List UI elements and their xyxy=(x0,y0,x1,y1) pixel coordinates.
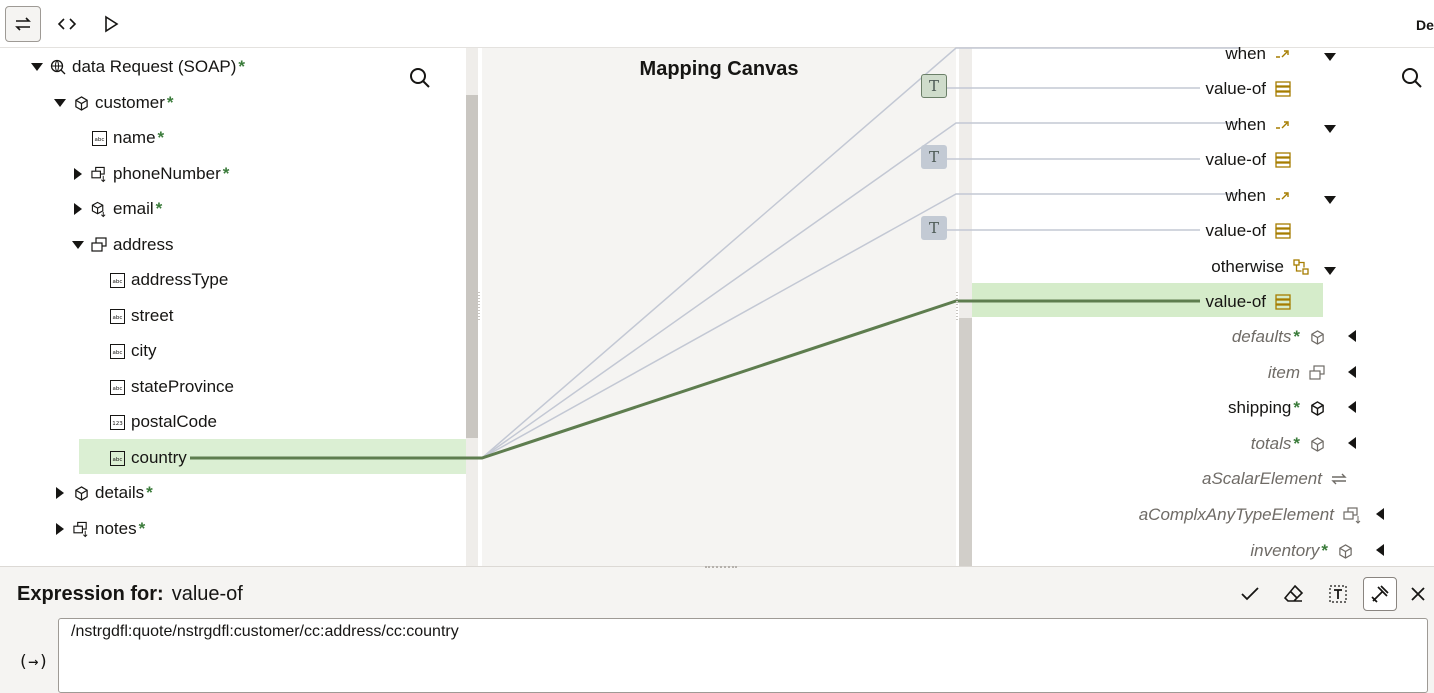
target-node-when[interactable]: when xyxy=(1225,108,1292,142)
expression-header: Expression for: value-of xyxy=(17,583,243,606)
target-node-defaults[interactable]: defaults * xyxy=(1232,320,1356,354)
target-node-item[interactable]: item xyxy=(1268,356,1356,390)
target-node-label: otherwise xyxy=(1211,257,1284,276)
cube-icon xyxy=(1308,435,1326,453)
target-node-value-of[interactable]: value-of xyxy=(1206,214,1292,248)
required-marker: * xyxy=(1293,327,1300,346)
expression-function-icon[interactable]: (→) xyxy=(18,652,49,672)
value-of-icon xyxy=(1274,151,1292,169)
required-marker: * xyxy=(1293,398,1300,417)
value-of-icon xyxy=(1274,222,1292,240)
when-icon xyxy=(1274,187,1292,205)
when-icon xyxy=(1274,45,1292,63)
target-node-totals[interactable]: totals * xyxy=(1251,427,1356,461)
target-node-inventory[interactable]: inventory * xyxy=(1250,534,1384,568)
close-icon[interactable] xyxy=(1401,577,1434,611)
chevron-left-icon[interactable] xyxy=(1348,327,1356,347)
cube-icon xyxy=(1308,328,1326,346)
target-node-label: when xyxy=(1225,186,1266,205)
chevron-down-icon[interactable] xyxy=(1324,48,1336,66)
check-icon[interactable] xyxy=(1233,577,1267,611)
target-node-label: value-of xyxy=(1205,150,1266,169)
target-node-value-of-selected[interactable]: value-of xyxy=(1206,285,1292,319)
chevron-left-icon[interactable] xyxy=(1348,434,1356,454)
target-node-a-complx-any-type-element[interactable]: aComplxAnyTypeElement xyxy=(1139,498,1384,532)
required-marker: * xyxy=(1293,434,1300,453)
target-search-icon[interactable] xyxy=(1398,64,1426,92)
chevron-down-icon[interactable] xyxy=(1324,120,1336,138)
target-node-label: value-of xyxy=(1205,221,1266,240)
when-icon xyxy=(1274,116,1292,134)
chevron-down-icon[interactable] xyxy=(1324,262,1336,280)
target-node-label: aComplxAnyTypeElement xyxy=(1138,505,1334,524)
otherwise-icon xyxy=(1292,258,1310,276)
target-node-label: item xyxy=(1267,363,1300,382)
tools-icon[interactable] xyxy=(1363,577,1397,611)
target-node-when[interactable]: when xyxy=(1225,37,1292,71)
target-node-shipping[interactable]: shipping * xyxy=(1228,391,1356,425)
expression-target: value-of xyxy=(171,583,243,605)
value-of-icon xyxy=(1274,293,1292,311)
group-icon xyxy=(1308,364,1326,382)
target-node-value-of[interactable]: value-of xyxy=(1206,143,1292,177)
target-node-label: totals xyxy=(1250,434,1292,453)
chevron-left-icon[interactable] xyxy=(1348,398,1356,418)
chevron-left-icon[interactable] xyxy=(1376,505,1384,525)
target-node-label: value-of xyxy=(1205,292,1266,311)
eraser-icon[interactable] xyxy=(1277,577,1311,611)
target-node-label: inventory xyxy=(1250,541,1320,560)
chevron-left-icon[interactable] xyxy=(1376,541,1384,561)
target-node-label: defaults xyxy=(1231,327,1292,346)
function-box[interactable]: T xyxy=(921,145,947,169)
target-node-otherwise[interactable]: otherwise xyxy=(1211,250,1310,284)
expression-editor[interactable]: /nstrgdfl:quote/nstrgdfl:customer/cc:add… xyxy=(58,618,1428,693)
chevron-down-icon[interactable] xyxy=(1324,191,1336,209)
value-of-icon xyxy=(1274,80,1292,98)
required-marker: * xyxy=(1321,541,1328,560)
target-node-a-scalar-element[interactable]: aScalarElement xyxy=(1202,462,1348,496)
repeating-group-icon xyxy=(1342,506,1364,524)
target-node-value-of[interactable]: value-of xyxy=(1206,72,1292,106)
target-node-label: when xyxy=(1225,44,1266,63)
chevron-left-icon[interactable] xyxy=(1348,363,1356,383)
target-node-label: value-of xyxy=(1205,79,1266,98)
function-box[interactable]: T xyxy=(921,216,947,240)
target-node-label: when xyxy=(1225,115,1266,134)
target-node-label: aScalarElement xyxy=(1201,469,1322,488)
expression-label: Expression for: xyxy=(17,583,164,605)
target-node-label: shipping xyxy=(1228,398,1292,417)
function-box[interactable]: T xyxy=(921,74,947,98)
target-node-when[interactable]: when xyxy=(1225,179,1292,213)
resize-handle[interactable] xyxy=(705,566,737,570)
text-format-icon[interactable] xyxy=(1321,577,1355,611)
repeat-arrows-icon xyxy=(1330,470,1348,488)
cube-icon xyxy=(1336,542,1354,560)
cube-icon xyxy=(1308,399,1326,417)
